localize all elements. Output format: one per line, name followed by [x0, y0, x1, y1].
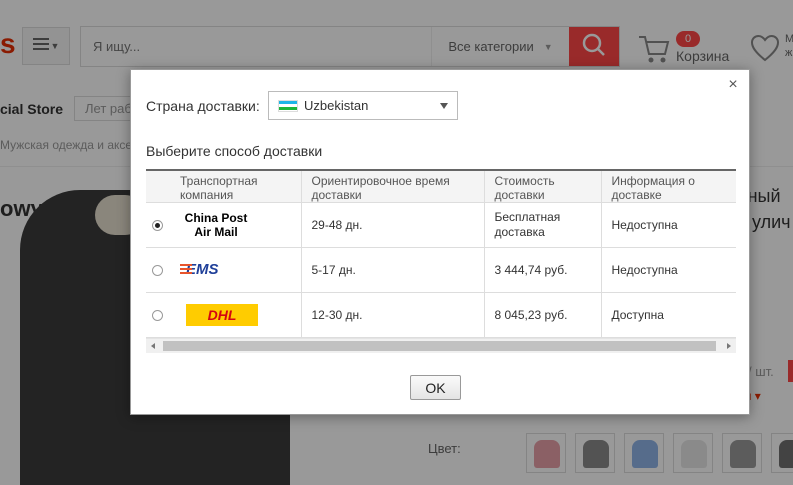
table-header-carrier: Транспортная компания [170, 170, 302, 203]
chevron-down-icon [440, 103, 448, 109]
close-icon[interactable]: × [725, 76, 741, 94]
scrollbar-thumb[interactable] [163, 341, 716, 351]
delivery-time: 5-17 дн. [301, 247, 485, 293]
tracking-info: Недоступна [601, 202, 736, 248]
ems-logo: EMS [186, 261, 219, 278]
dhl-logo: DHL [186, 304, 258, 326]
carrier-cell: EMS [170, 247, 302, 293]
shipping-cost: Бесплатная доставка [484, 202, 602, 248]
shipping-cost: 3 444,74 руб. [484, 247, 602, 293]
table-header-row: Транспортная компания Ориентировочное вр… [146, 170, 736, 203]
table-row[interactable]: DHL 12-30 дн. 8 045,23 руб. Доступна [146, 292, 736, 338]
scroll-right-arrow-icon[interactable] [727, 343, 731, 349]
shipping-dialog: × Страна доставки: Uzbekistan Выберите с… [130, 69, 750, 415]
tracking-info: Доступна [601, 292, 736, 338]
table-header-tracking: Информация о доставке [601, 170, 736, 203]
carrier-cell: China Post Air Mail [170, 202, 302, 248]
country-value: Uzbekistan [304, 98, 369, 113]
scroll-left-arrow-icon[interactable] [151, 343, 155, 349]
shipping-table: Транспортная компания Ориентировочное вр… [146, 169, 736, 338]
tracking-info: Недоступна [601, 247, 736, 293]
china-post-logo: China Post Air Mail [184, 211, 248, 239]
carrier-cell: DHL [170, 292, 302, 338]
table-header-cost: Стоимость доставки [484, 170, 602, 203]
table-header-cell [146, 170, 170, 203]
delivery-time: 12-30 дн. [301, 292, 485, 338]
shipping-radio-dhl[interactable] [152, 309, 163, 321]
table-row[interactable]: EMS 5-17 дн. 3 444,74 руб. Недоступна [146, 247, 736, 293]
country-label: Страна доставки: [146, 98, 260, 114]
shipping-method-heading: Выберите способ доставки [146, 143, 323, 159]
uzbekistan-flag-icon [278, 99, 298, 112]
table-header-time: Ориентировочное время доставки [301, 170, 485, 203]
country-select[interactable]: Uzbekistan [268, 91, 458, 120]
table-row[interactable]: China Post Air Mail 29-48 дн. Бесплатная… [146, 202, 736, 248]
ok-button[interactable]: OK [410, 375, 461, 400]
horizontal-scrollbar[interactable] [146, 338, 736, 353]
delivery-time: 29-48 дн. [301, 202, 485, 248]
shipping-radio-ems[interactable] [152, 264, 163, 276]
shipping-cost: 8 045,23 руб. [484, 292, 602, 338]
shipping-radio-china-post[interactable] [152, 219, 163, 231]
